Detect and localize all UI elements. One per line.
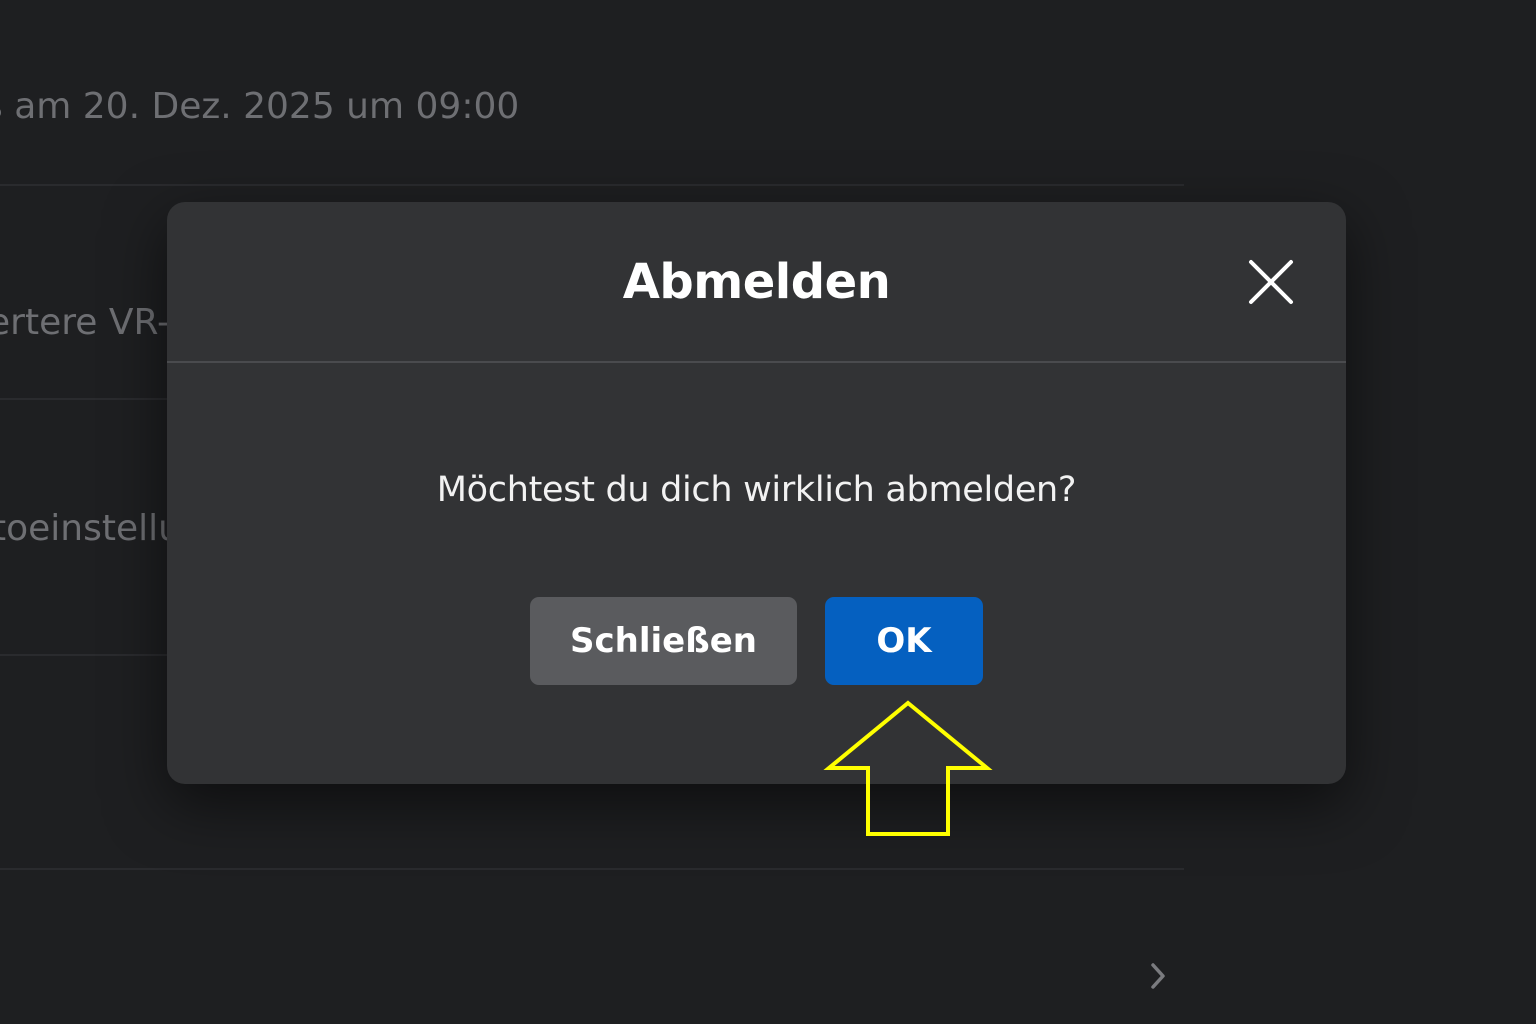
logout-dialog: Abmelden Möchtest du dich wirklich abmel… [167,202,1346,784]
divider [0,868,1184,870]
background-row-date: s am 20. Dez. 2025 um 09:00 [0,86,520,127]
close-icon [1249,260,1293,304]
close-button-label: Schließen [570,621,757,661]
close-button[interactable]: Schließen [530,597,797,685]
ok-button[interactable]: OK [825,597,983,685]
close-dialog-button[interactable] [1243,254,1299,310]
background-row-vr: ertere VR-E [0,302,193,343]
annotation-arrow-icon [822,698,994,840]
ok-button-label: OK [876,621,932,661]
dialog-header: Abmelden [167,202,1346,363]
dialog-message: Möchtest du dich wirklich abmelden? [436,470,1077,510]
dialog-title: Abmelden [622,254,891,310]
chevron-right-icon[interactable] [1144,962,1172,990]
background-row-settings: toeinstellu [0,508,181,549]
settings-page: s am 20. Dez. 2025 um 09:00 ertere VR-E … [0,0,1536,1024]
divider [0,184,1184,186]
